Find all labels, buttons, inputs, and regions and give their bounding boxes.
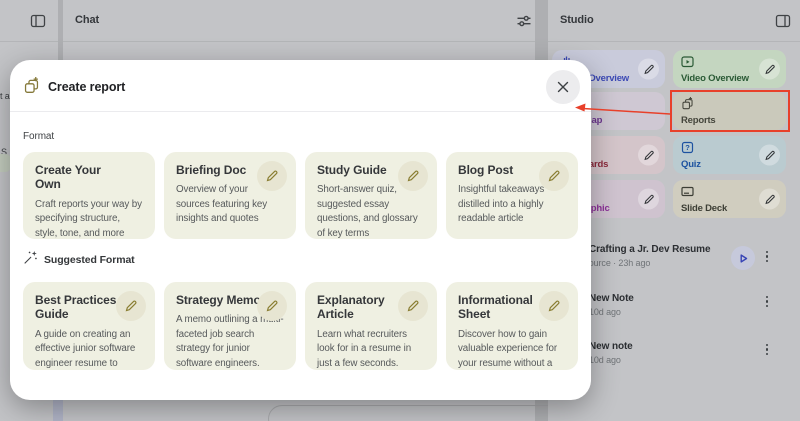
reports-icon <box>681 97 694 110</box>
format-card-study-guide[interactable]: Study Guide Short-answer quiz, suggested… <box>305 152 437 239</box>
collapse-panel-icon[interactable] <box>775 13 791 29</box>
format-card-create-your-own[interactable]: Create Your Own Craft reports your way b… <box>23 152 155 239</box>
sources-panel-header <box>0 0 58 42</box>
edit-pencil-icon[interactable] <box>759 144 780 166</box>
suggested-card-strategy-memo[interactable]: Strategy Memo A memo outlining a multi-f… <box>164 282 296 370</box>
collapse-panel-icon[interactable] <box>30 13 46 29</box>
studio-list-item[interactable]: New note 10d ago <box>589 341 779 365</box>
edit-pencil-button[interactable] <box>398 161 428 191</box>
edit-pencil-button[interactable] <box>539 291 569 321</box>
card-description: A memo outlining a multi-faceted job sea… <box>176 314 284 369</box>
svg-text:?: ? <box>685 143 690 152</box>
background-fragment <box>53 399 63 421</box>
more-options-icon[interactable] <box>765 344 769 356</box>
studio-panel-title: Studio <box>560 14 594 26</box>
magic-wand-icon <box>23 250 38 270</box>
list-item-meta: 10d ago <box>589 355 621 365</box>
edit-pencil-button[interactable] <box>398 291 428 321</box>
card-title: Create Your Own <box>35 163 101 192</box>
quiz-icon: ? <box>681 141 694 154</box>
list-item-meta: 10d ago <box>589 307 621 317</box>
studio-panel-header: Studio <box>548 0 800 42</box>
studio-card-label: Reports <box>681 115 716 126</box>
studio-card-video-overview[interactable]: Video Overview <box>673 50 786 88</box>
close-button[interactable] <box>546 70 580 104</box>
list-item-title: New note <box>589 341 633 352</box>
more-options-icon[interactable] <box>765 296 769 308</box>
studio-card-quiz[interactable]: ? Quiz <box>673 136 786 174</box>
video-overview-icon <box>681 55 694 68</box>
edit-pencil-button[interactable] <box>539 161 569 191</box>
suggested-card-explanatory-article[interactable]: Explanatory Article Learn what recruiter… <box>305 282 437 370</box>
format-card-row: Create Your Own Craft reports your way b… <box>23 152 578 239</box>
edit-pencil-icon[interactable] <box>638 188 659 210</box>
create-report-dialog: Create report Format Create Your Own Cra… <box>10 60 591 400</box>
format-card-blog-post[interactable]: Blog Post Insightful takeaways distilled… <box>446 152 578 239</box>
suggested-card-row: Best Practices Guide A guide on creating… <box>23 282 578 370</box>
play-icon <box>740 253 747 263</box>
format-card-briefing-doc[interactable]: Briefing Doc Overview of your sources fe… <box>164 152 296 239</box>
edit-pencil-icon[interactable] <box>638 144 659 166</box>
edit-pencil-icon[interactable] <box>759 58 780 80</box>
suggested-card-informational-sheet[interactable]: Informational Sheet Discover how to gain… <box>446 282 578 370</box>
card-description: Craft reports your way by specifying str… <box>35 198 142 239</box>
create-report-icon <box>23 77 40 99</box>
close-icon <box>557 81 569 93</box>
card-description: A guide on creating an effective junior … <box>35 328 136 369</box>
suggested-format-section-label: Suggested Format <box>23 250 135 270</box>
edit-pencil-button[interactable] <box>257 161 287 191</box>
studio-card-slide-deck[interactable]: Slide Deck <box>673 180 786 218</box>
card-description: Short-answer quiz, suggested essay quest… <box>317 184 418 239</box>
edit-pencil-icon[interactable] <box>759 188 780 210</box>
chat-panel-header: Chat <box>63 0 535 42</box>
more-options-icon[interactable] <box>765 251 769 263</box>
format-section-label: Format <box>23 131 55 142</box>
studio-card-reports[interactable]: Reports <box>673 92 786 130</box>
source-text-fragment: t a <box>0 91 10 101</box>
edit-pencil-icon[interactable] <box>638 58 659 80</box>
studio-list-item[interactable]: New Note 10d ago <box>589 293 779 317</box>
edit-pencil-button[interactable] <box>257 291 287 321</box>
card-description: Learn what recruiters look for in a resu… <box>317 328 412 369</box>
dialog-title: Create report <box>48 80 126 94</box>
tune-settings-icon[interactable] <box>516 13 532 29</box>
slide-deck-icon <box>681 185 694 198</box>
dialog-header: Create report <box>10 60 591 112</box>
suggested-card-best-practices-guide[interactable]: Best Practices Guide A guide on creating… <box>23 282 155 370</box>
list-item-title: New Note <box>589 293 634 304</box>
play-button[interactable] <box>731 246 755 270</box>
card-description: Discover how to gain valuable experience… <box>458 328 557 369</box>
edit-pencil-button[interactable] <box>116 291 146 321</box>
chat-panel-title: Chat <box>75 14 100 26</box>
